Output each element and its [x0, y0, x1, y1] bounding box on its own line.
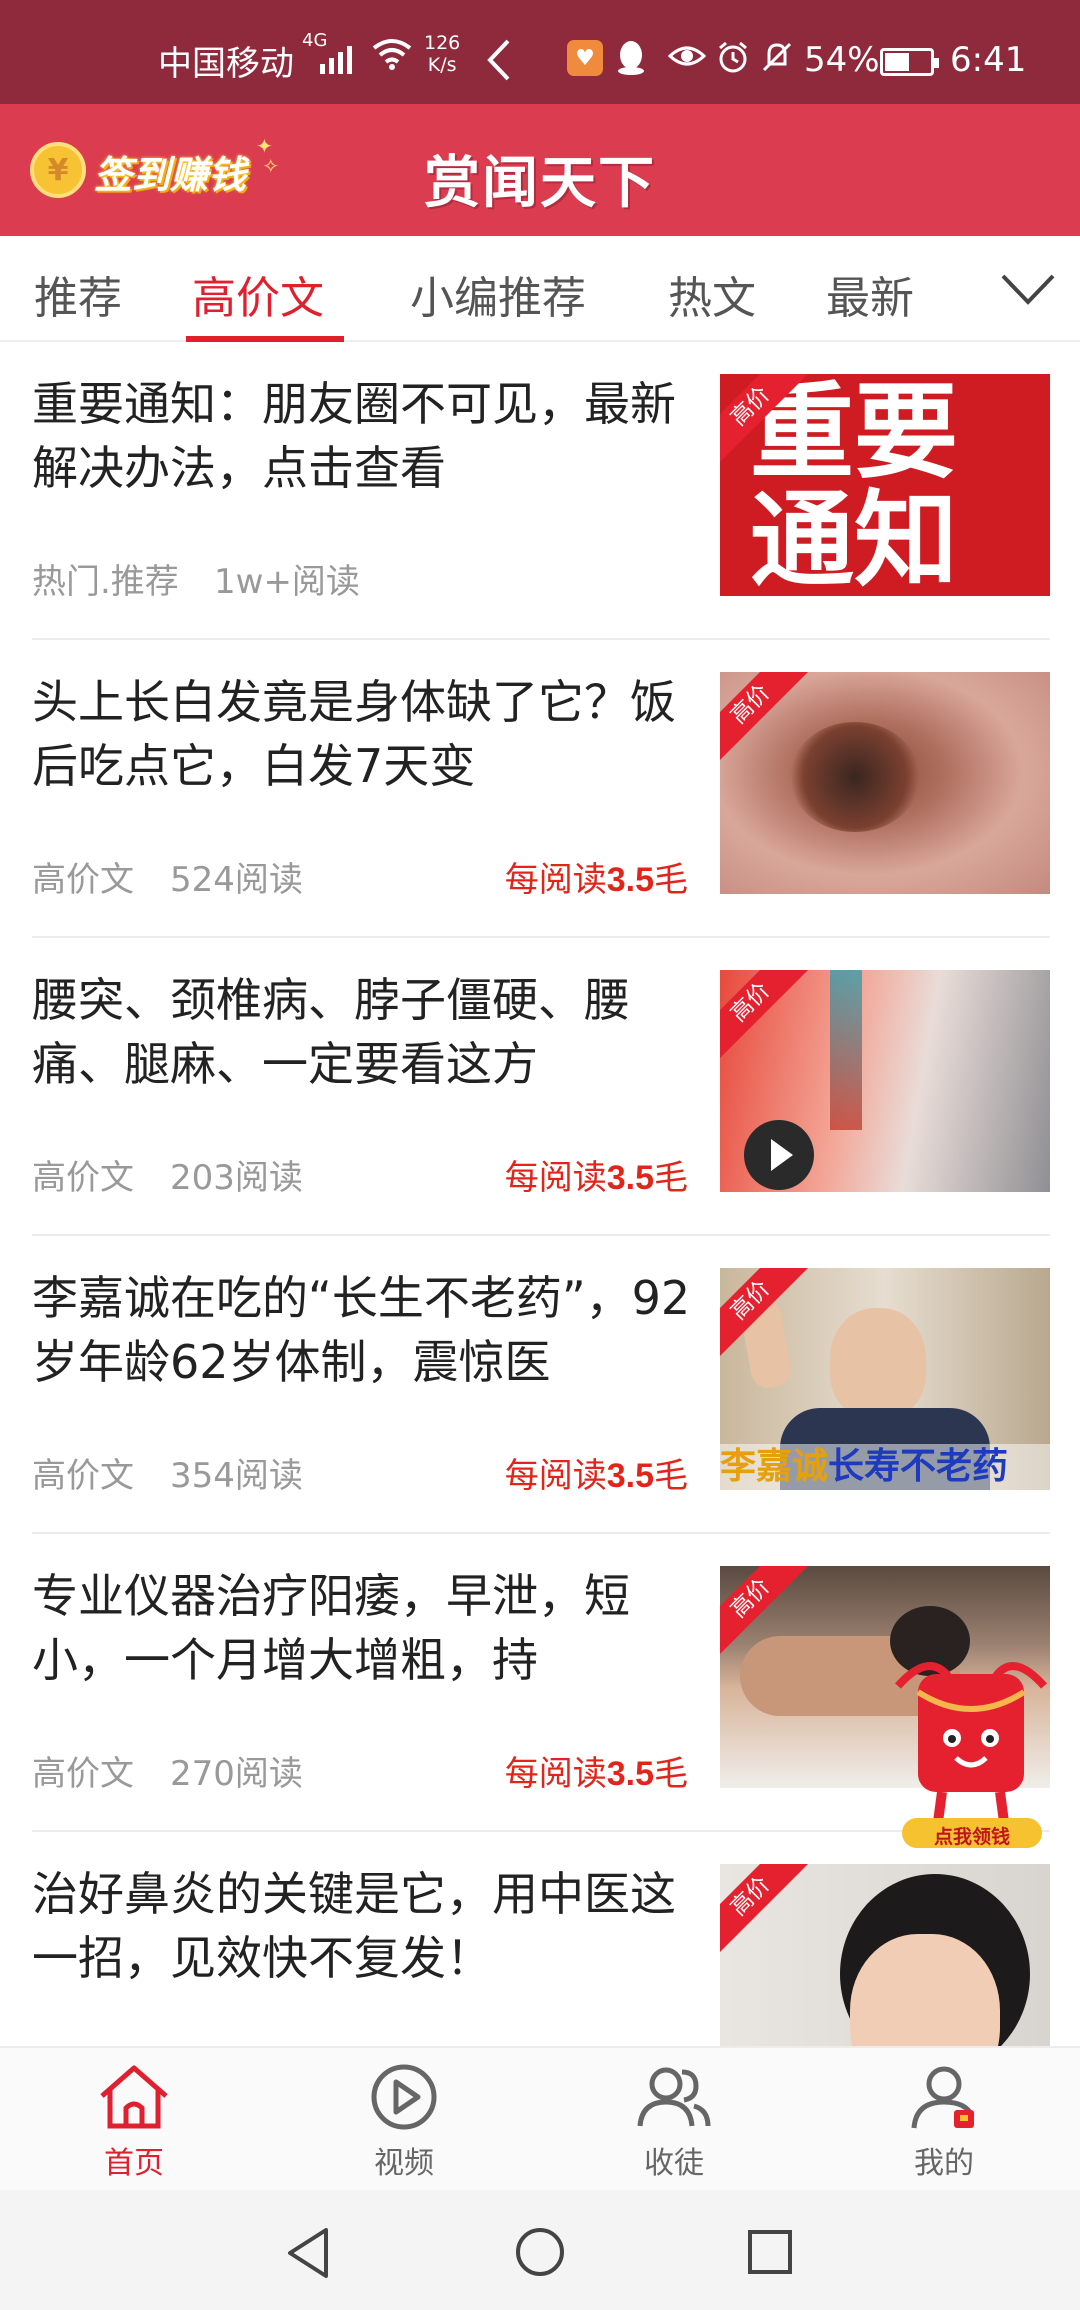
reward-label: 每阅读3.5毛: [505, 852, 688, 901]
article-item[interactable]: 头上长白发竟是身体缺了它？饭后吃点它，白发7天变 高价文 524阅读 每阅读3.…: [0, 640, 1080, 938]
article-category: 高价文: [32, 1456, 134, 1496]
nav-label: 首页: [104, 2146, 164, 2181]
nav-label: 我的: [914, 2146, 974, 2181]
profile-icon: [911, 2066, 975, 2129]
alarm-icon: [719, 41, 747, 73]
nav-video[interactable]: 视频: [334, 2062, 474, 2182]
article-reads: 270阅读: [170, 1754, 303, 1794]
article-item[interactable]: 重要通知：朋友圈不可见，最新解决办法，点击查看 热门.推荐 1w+阅读 重要 通…: [0, 342, 1080, 640]
article-title: 李嘉诚在吃的“长生不老药”，92岁年龄62岁体制，震惊医: [32, 1271, 691, 1389]
article-thumbnail: 李嘉诚长寿不老药 高价: [720, 1268, 1050, 1490]
network-speed-value: 126: [424, 32, 461, 54]
nav-profile[interactable]: 我的: [874, 2062, 1014, 2182]
tab-latest[interactable]: 最新: [826, 262, 914, 326]
article-title: 专业仪器治疗阳痿，早泄，短小，一个月增大增粗，持: [32, 1569, 630, 1687]
wifi-icon: [372, 39, 412, 70]
reward-label: 每阅读3.5毛: [505, 1448, 688, 1497]
reward-prefix: 每阅读: [504, 1456, 607, 1496]
nav-apprentice[interactable]: 收徒: [604, 2062, 744, 2182]
category-tabs: 推荐 高价文 小编推荐 热文 最新: [0, 236, 1080, 342]
video-play-icon: [371, 2064, 437, 2130]
high-price-ribbon: 高价: [720, 672, 809, 763]
article-category: 高价文: [32, 860, 134, 900]
tab-recommend[interactable]: 推荐: [34, 262, 122, 326]
article-title: 治好鼻炎的关键是它，用中医这一招，见效快不复发！: [32, 1867, 676, 1985]
tab-high-price[interactable]: 高价文: [192, 262, 324, 326]
app-notification-icon: ♥: [567, 40, 603, 76]
system-recents-icon[interactable]: [746, 2228, 794, 2276]
article-reads: 203阅读: [170, 1158, 303, 1198]
chevron-left-icon: [487, 39, 510, 81]
article-category: 高价文: [32, 1158, 134, 1198]
high-price-ribbon: 高价: [720, 1864, 809, 1955]
mute-icon: [762, 42, 792, 72]
reward-suffix: 毛: [654, 1158, 688, 1198]
article-item[interactable]: 腰突、颈椎病、脖子僵硬、腰痛、腿麻、一定要看这方 高价文 203阅读 每阅读3.…: [0, 938, 1080, 1236]
article-reads: 1w+阅读: [214, 562, 360, 602]
article-title: 腰突、颈椎病、脖子僵硬、腰痛、腿麻、一定要看这方: [32, 973, 630, 1091]
reward-prefix: 每阅读: [504, 860, 607, 900]
users-icon: [637, 2067, 711, 2127]
article-reads: 524阅读: [170, 860, 303, 900]
article-item[interactable]: 治好鼻炎的关键是它，用中医这一招，见效快不复发！ 高价: [0, 1832, 1080, 2046]
battery-fill: [885, 53, 909, 71]
thumbnail-caption-name: 李嘉诚: [720, 1446, 829, 1487]
app-title: 赏闻天下: [424, 151, 656, 216]
article-title: 头上长白发竟是身体缺了它？饭后吃点它，白发7天变: [32, 675, 676, 793]
app-header: ¥ 签到赚钱 ✦ ✧ 赏闻天下: [0, 104, 1080, 236]
tab-hot[interactable]: 热文: [668, 262, 756, 326]
article-title: 重要通知：朋友圈不可见，最新解决办法，点击查看: [32, 377, 676, 495]
battery-icon: [880, 48, 939, 76]
video-play-icon: [744, 1120, 814, 1190]
nav-home[interactable]: 首页: [64, 2062, 204, 2182]
reward-suffix: 毛: [654, 1754, 688, 1794]
battery-percent: 54%: [804, 40, 880, 80]
bottom-navigation: 首页 视频 收徒 我的: [0, 2046, 1080, 2190]
article-thumbnail: 高价: [720, 672, 1050, 894]
thumbnail-caption: 李嘉诚长寿不老药: [720, 1444, 1050, 1490]
thumbnail-caption-text: 长寿不老药: [828, 1446, 1009, 1487]
article-item[interactable]: 李嘉诚在吃的“长生不老药”，92岁年龄62岁体制，震惊医 高价文 354阅读 每…: [0, 1236, 1080, 1534]
article-thumbnail: 高价: [720, 1864, 1050, 2046]
reward-value: 3.5: [606, 861, 654, 899]
signal-icon: [320, 40, 352, 74]
article-thumbnail: 高价: [720, 970, 1050, 1192]
article-category: 热门.推荐: [32, 562, 179, 602]
status-icons: [668, 40, 794, 74]
thumbnail-text: 通知: [750, 479, 959, 596]
qq-icon: [618, 41, 644, 75]
reward-value: 3.5: [606, 1755, 654, 1793]
home-icon: [100, 2065, 168, 2129]
chevron-down-icon[interactable]: [1000, 272, 1056, 306]
carrier-name: 中国移动: [158, 44, 294, 84]
nav-label: 收徒: [644, 2146, 704, 2181]
reward-suffix: 毛: [654, 1456, 688, 1496]
eye-icon: [668, 46, 706, 66]
system-navigation-bar: [0, 2190, 1080, 2310]
reward-value: 3.5: [606, 1159, 654, 1197]
reward-prefix: 每阅读: [504, 1754, 607, 1794]
system-back-icon[interactable]: [284, 2226, 332, 2280]
clock: 6:41: [950, 40, 1027, 80]
high-price-ribbon: 高价: [720, 970, 809, 1061]
red-packet-float-button[interactable]: 点我领钱: [888, 1646, 1054, 1852]
red-packet-label: 点我领钱: [933, 1826, 1010, 1848]
system-home-icon[interactable]: [514, 2226, 566, 2278]
network-speed: 126 K/s: [424, 32, 460, 76]
article-reads: 354阅读: [170, 1456, 303, 1496]
reward-label: 每阅读3.5毛: [505, 1746, 688, 1795]
network-speed-unit: K/s: [427, 54, 457, 76]
status-bar: 中国移动 4G 126 K/s ♥ 54% 6:41: [0, 0, 1080, 104]
reward-prefix: 每阅读: [504, 1158, 607, 1198]
reward-value: 3.5: [606, 1457, 654, 1495]
nav-label: 视频: [374, 2146, 434, 2181]
reward-suffix: 毛: [654, 860, 688, 900]
tab-editor-picks[interactable]: 小编推荐: [410, 262, 586, 326]
reward-label: 每阅读3.5毛: [505, 1150, 688, 1199]
article-category: 高价文: [32, 1754, 134, 1794]
article-thumbnail: 重要 通知 高价: [720, 374, 1050, 596]
